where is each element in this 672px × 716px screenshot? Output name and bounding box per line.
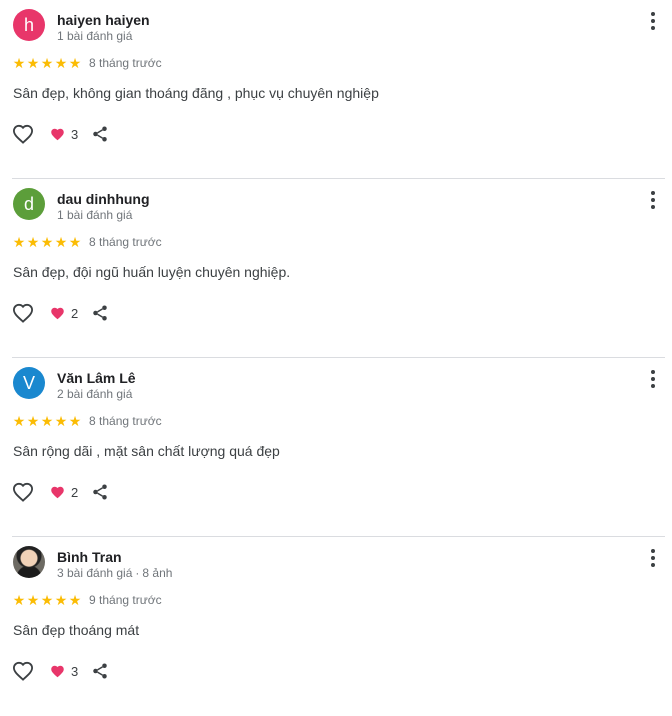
star-icon: ★ bbox=[40, 234, 54, 250]
review-card: d dau dinhhung 1 bài đánh giá ★★★★★ 8 th… bbox=[0, 179, 672, 358]
more-vert-icon[interactable] bbox=[645, 547, 661, 569]
review-count: 1 bài đánh giá bbox=[57, 208, 133, 222]
reviewer-meta: 3 bài đánh giá · 8 ảnh bbox=[57, 566, 173, 580]
review-date: 9 tháng trước bbox=[89, 593, 162, 607]
reviewer-name[interactable]: Bình Tran bbox=[57, 549, 122, 565]
review-text: Sân đẹp, đội ngũ huấn luyện chuyên nghiệ… bbox=[13, 264, 291, 280]
photo-count: 8 ảnh bbox=[142, 566, 173, 580]
reaction-summary[interactable]: 2 bbox=[50, 306, 78, 321]
reaction-summary[interactable]: 3 bbox=[50, 664, 78, 679]
review-count: 3 bài đánh giá bbox=[57, 566, 133, 580]
star-icon: ★ bbox=[26, 413, 40, 429]
review-text: Sân rộng dãi , mặt sân chất lượng quá đẹ… bbox=[13, 443, 280, 459]
reaction-summary[interactable]: 3 bbox=[50, 127, 78, 142]
heart-outline-icon[interactable] bbox=[12, 661, 34, 681]
star-icon: ★ bbox=[12, 413, 26, 429]
reaction-count: 3 bbox=[71, 126, 79, 142]
review-count: 2 bài đánh giá bbox=[57, 387, 133, 401]
review-card: V Văn Lâm Lê 2 bài đánh giá ★★★★★ 8 thán… bbox=[0, 358, 672, 537]
share-icon[interactable] bbox=[91, 483, 109, 501]
star-icon: ★ bbox=[26, 55, 40, 71]
star-icon: ★ bbox=[68, 234, 82, 250]
star-icon: ★ bbox=[54, 592, 68, 608]
share-icon[interactable] bbox=[91, 304, 109, 322]
review-count: 1 bài đánh giá bbox=[57, 29, 133, 43]
review-actions: 2 bbox=[12, 301, 109, 325]
review-text: Sân đẹp thoáng mát bbox=[13, 622, 140, 638]
star-icon: ★ bbox=[40, 592, 54, 608]
reviewer-meta: 1 bài đánh giá bbox=[57, 29, 132, 43]
star-icon: ★ bbox=[12, 55, 26, 71]
avatar[interactable]: d bbox=[13, 188, 45, 220]
more-vert-icon[interactable] bbox=[645, 368, 661, 390]
review-text: Sân đẹp, không gian thoáng đãng , phục v… bbox=[13, 85, 379, 101]
more-vert-icon[interactable] bbox=[645, 10, 661, 32]
star-icon: ★ bbox=[12, 592, 26, 608]
star-icon: ★ bbox=[26, 234, 40, 250]
review-date: 8 tháng trước bbox=[89, 56, 162, 70]
heart-filled-icon bbox=[50, 485, 65, 499]
reaction-count: 2 bbox=[71, 305, 79, 321]
review-list: h haiyen haiyen 1 bài đánh giá ★★★★★ 8 t… bbox=[0, 0, 672, 716]
heart-filled-icon bbox=[50, 306, 65, 320]
review-date: 8 tháng trước bbox=[89, 235, 162, 249]
review-actions: 3 bbox=[12, 122, 109, 146]
share-icon[interactable] bbox=[91, 125, 109, 143]
star-icon: ★ bbox=[68, 592, 82, 608]
reviewer-name[interactable]: dau dinhhung bbox=[57, 191, 150, 207]
avatar[interactable]: h bbox=[13, 9, 45, 41]
review-actions: 2 bbox=[12, 480, 109, 504]
review-date: 8 tháng trước bbox=[89, 414, 162, 428]
avatar[interactable]: V bbox=[13, 367, 45, 399]
star-icon: ★ bbox=[40, 413, 54, 429]
star-rating: ★★★★★ bbox=[12, 234, 82, 251]
review-actions: 3 bbox=[12, 659, 109, 683]
review-card: Bình Tran 3 bài đánh giá · 8 ảnh ★★★★★ 9 t… bbox=[0, 537, 672, 716]
heart-outline-icon[interactable] bbox=[12, 124, 34, 144]
more-vert-icon[interactable] bbox=[645, 189, 661, 211]
star-icon: ★ bbox=[54, 413, 68, 429]
star-rating: ★★★★★ bbox=[12, 55, 82, 72]
star-icon: ★ bbox=[26, 592, 40, 608]
star-rating: ★★★★★ bbox=[12, 413, 82, 430]
heart-filled-icon bbox=[50, 664, 65, 678]
reviewer-name[interactable]: haiyen haiyen bbox=[57, 12, 150, 28]
avatar[interactable] bbox=[13, 546, 45, 578]
reaction-summary[interactable]: 2 bbox=[50, 485, 78, 500]
star-rating: ★★★★★ bbox=[12, 592, 82, 609]
heart-outline-icon[interactable] bbox=[12, 303, 34, 323]
heart-outline-icon[interactable] bbox=[12, 482, 34, 502]
star-icon: ★ bbox=[54, 55, 68, 71]
star-icon: ★ bbox=[40, 55, 54, 71]
reviewer-name[interactable]: Văn Lâm Lê bbox=[57, 370, 136, 386]
star-icon: ★ bbox=[68, 413, 82, 429]
reaction-count: 3 bbox=[71, 663, 79, 679]
reviewer-meta: 2 bài đánh giá bbox=[57, 387, 132, 401]
star-icon: ★ bbox=[12, 234, 26, 250]
star-icon: ★ bbox=[68, 55, 82, 71]
review-card: h haiyen haiyen 1 bài đánh giá ★★★★★ 8 t… bbox=[0, 0, 672, 179]
reaction-count: 2 bbox=[71, 484, 79, 500]
star-icon: ★ bbox=[54, 234, 68, 250]
share-icon[interactable] bbox=[91, 662, 109, 680]
reviewer-meta: 1 bài đánh giá bbox=[57, 208, 132, 222]
heart-filled-icon bbox=[50, 127, 65, 141]
